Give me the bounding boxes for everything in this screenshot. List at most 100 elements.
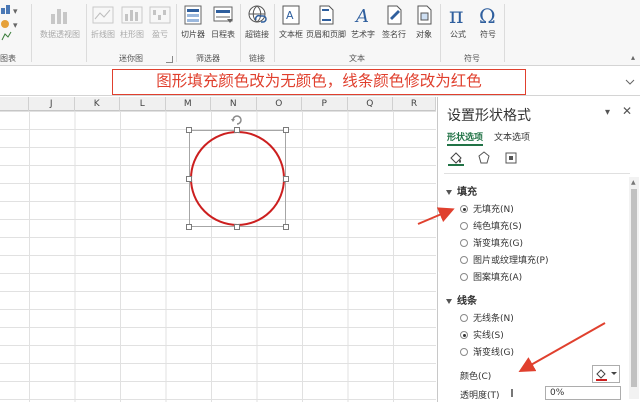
scrollbar-thumb[interactable]: [631, 189, 637, 387]
collapse-triangle-icon: [446, 189, 452, 195]
header-footer-icon: [319, 5, 334, 25]
annotation-callout: 图形填充颜色改为无颜色，线条颜色修改为红色: [112, 69, 526, 95]
ribbon-group-filters: 切片器 日程表 筛选器: [177, 0, 239, 66]
ribbon-group-label: 文本: [349, 54, 365, 63]
signature-line-icon: [387, 5, 402, 25]
column-header-o[interactable]: O: [257, 97, 302, 111]
svg-text:A: A: [286, 9, 294, 22]
ribbon-group-label: 筛选器: [196, 54, 220, 63]
resize-handle[interactable]: [234, 127, 240, 133]
pane-title: 设置形状格式: [447, 108, 531, 124]
svg-text:▾: ▾: [13, 21, 18, 31]
equation-button[interactable]: π 公式: [443, 4, 473, 40]
format-shape-pane: 设置形状格式 ▾ ✕ 形状选项 文本选项 ▲ 填充 无填充(N) 纯色填充(S)…: [437, 97, 640, 402]
fill-section-header[interactable]: 填充: [446, 183, 477, 198]
resize-handle[interactable]: [186, 224, 192, 230]
textbox-icon: A: [282, 5, 300, 25]
timeline-button[interactable]: 日程表: [209, 4, 237, 40]
radio-solid-line[interactable]: 实线(S): [460, 328, 504, 341]
textbox-button[interactable]: A 文本框: [277, 4, 305, 40]
radio-gradient-fill[interactable]: 渐变填充(G): [460, 236, 523, 249]
header-footer-button[interactable]: 页眉和页脚: [306, 4, 346, 40]
resize-handle[interactable]: [186, 127, 192, 133]
object-icon: [417, 5, 432, 25]
radio-icon: [460, 256, 468, 264]
radio-icon: [460, 239, 468, 247]
scroll-up-icon[interactable]: ▲: [631, 179, 636, 186]
chart-types-icon[interactable]: ▾ ▾: [0, 4, 28, 44]
column-header-k[interactable]: K: [75, 97, 120, 111]
transparency-slider[interactable]: [511, 389, 513, 397]
ribbon-collapse-icon[interactable]: ▴: [631, 53, 635, 62]
radio-icon: [460, 331, 468, 339]
line-color-label: 颜色(C): [460, 372, 492, 382]
column-header-j[interactable]: J: [29, 97, 75, 111]
hyperlink-button[interactable]: 超链接: [242, 4, 272, 40]
sparkline-line-button[interactable]: 折线图: [89, 4, 117, 40]
size-properties-icon[interactable]: [503, 150, 519, 166]
fill-line-icon[interactable]: [448, 150, 464, 166]
radio-icon: [460, 205, 468, 213]
wordart-button[interactable]: A 艺术字: [348, 4, 378, 40]
tab-shape-options[interactable]: 形状选项: [447, 130, 484, 146]
transparency-label: 透明度(T): [460, 391, 500, 401]
radio-pattern-fill[interactable]: 图案填充(A): [460, 270, 522, 283]
column-headers: J K L M N O P Q R: [0, 97, 436, 111]
radio-icon: [460, 222, 468, 230]
line-color-picker[interactable]: [592, 365, 620, 383]
radio-no-fill[interactable]: 无填充(N): [460, 202, 514, 215]
ribbon: ▾ ▾ 图表 数据透视图 折线图 柱形图 盈亏 迷你图 切片器 日程表 筛选器 …: [0, 0, 640, 66]
radio-icon: [460, 314, 468, 322]
radio-icon: [460, 348, 468, 356]
dialog-launcher-icon[interactable]: [166, 56, 173, 63]
object-button[interactable]: 对象: [410, 4, 438, 40]
timeline-icon: [213, 6, 233, 23]
omega-icon: Ω: [479, 4, 496, 26]
line-section-header[interactable]: 线条: [446, 292, 477, 307]
rotate-handle-icon[interactable]: [230, 113, 244, 127]
resize-handle[interactable]: [234, 224, 240, 230]
column-header-p[interactable]: P: [302, 97, 348, 111]
sparkline-winloss-button[interactable]: 盈亏: [147, 4, 173, 40]
resize-handle[interactable]: [283, 127, 289, 133]
tab-text-options[interactable]: 文本选项: [494, 130, 530, 143]
column-header-n[interactable]: N: [211, 97, 257, 111]
column-header-q[interactable]: Q: [348, 97, 393, 111]
column-header-r[interactable]: R: [393, 97, 436, 111]
effects-icon[interactable]: [476, 150, 492, 166]
resize-handle[interactable]: [283, 176, 289, 182]
resize-handle[interactable]: [283, 224, 289, 230]
wordart-icon: A: [354, 6, 369, 26]
radio-solid-fill[interactable]: 纯色填充(S): [460, 219, 522, 232]
circle-shape[interactable]: [189, 130, 286, 227]
signature-line-button[interactable]: 签名行: [379, 4, 409, 40]
pane-options-icon[interactable]: ▾: [605, 107, 610, 118]
collapse-triangle-icon: [446, 298, 452, 304]
transparency-input[interactable]: 0%: [545, 386, 621, 400]
pivot-chart-icon: [51, 9, 67, 24]
radio-gradient-line[interactable]: 渐变线(G): [460, 345, 514, 358]
radio-no-line[interactable]: 无线条(N): [460, 311, 514, 324]
ribbon-group-label: 迷你图: [119, 54, 143, 63]
slicer-icon: [184, 5, 202, 25]
pivot-chart-button[interactable]: 数据透视图: [36, 4, 84, 40]
column-header[interactable]: [0, 97, 29, 111]
ribbon-group-sparklines: 折线图 柱形图 盈亏 迷你图: [87, 0, 175, 66]
symbol-button[interactable]: Ω 符号: [473, 4, 503, 40]
svg-text:A: A: [354, 6, 369, 26]
chevron-down-icon[interactable]: [625, 77, 635, 87]
column-header-m[interactable]: M: [166, 97, 211, 111]
radio-picture-fill[interactable]: 图片或纹理填充(P): [460, 253, 548, 266]
sparkline-column-button[interactable]: 柱形图: [118, 4, 146, 40]
column-header-l[interactable]: L: [120, 97, 166, 111]
ribbon-group-links: 超链接 链接: [241, 0, 273, 66]
svg-text:Ω: Ω: [479, 4, 496, 26]
slicer-button[interactable]: 切片器: [179, 4, 207, 40]
sparkline-line-icon: [92, 6, 114, 24]
close-icon[interactable]: ✕: [622, 104, 632, 118]
radio-icon: [460, 273, 468, 281]
ribbon-group-label: 链接: [249, 54, 265, 63]
pane-scrollbar[interactable]: ▲: [629, 177, 639, 399]
pi-icon: π: [449, 4, 463, 26]
resize-handle[interactable]: [186, 176, 192, 182]
